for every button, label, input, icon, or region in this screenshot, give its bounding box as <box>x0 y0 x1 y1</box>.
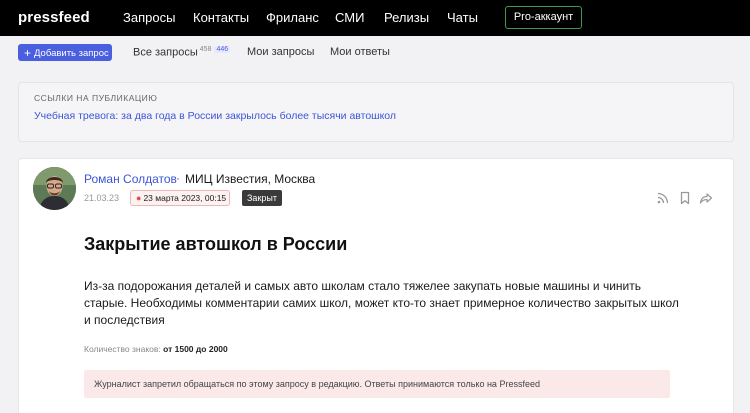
request-card: Роман Солдатов · МИЦ Известия, Москва 21… <box>18 158 734 413</box>
request-body: Из-за подорожания деталей и самых авто ш… <box>84 279 679 327</box>
publication-links-heading: ССЫЛКИ НА ПУБЛИКАЦИЮ <box>34 93 158 103</box>
add-request-label: Добавить запрос <box>34 48 109 59</box>
request-date: 21.03.23 <box>84 193 120 203</box>
publication-link[interactable]: Учебная тревога: за два года в России за… <box>34 110 396 122</box>
nav-releases[interactable]: Релизы <box>384 10 429 25</box>
all-requests-new-count: 446 <box>214 46 231 53</box>
all-requests-count: 458 <box>199 46 212 53</box>
bookmark-icon[interactable] <box>678 191 692 205</box>
character-count-label: Количество знаков: <box>84 344 161 354</box>
nav-chats[interactable]: Чаты <box>447 10 478 25</box>
nav-requests[interactable]: Запросы <box>123 10 175 25</box>
rss-icon[interactable] <box>656 191 670 205</box>
request-title: Закрытие автошкол в России <box>84 234 348 254</box>
restriction-notice: Журналист запретил обращаться по этому з… <box>84 370 670 398</box>
pro-account-button[interactable]: Pro-аккаунт <box>505 6 582 29</box>
character-count: Количество знаков: от 1500 до 2000 <box>84 344 228 354</box>
tab-my-answers[interactable]: Мои ответы <box>330 46 390 58</box>
logo[interactable]: pressfeed <box>18 9 90 26</box>
author-name[interactable]: Роман Солдатов <box>84 172 177 186</box>
tab-all-requests[interactable]: Все запросы 458 446 <box>133 46 231 59</box>
character-count-value: от 1500 до 2000 <box>163 344 228 354</box>
add-request-button[interactable]: + Добавить запрос <box>18 44 112 61</box>
deadline-badge: ● 23 марта 2023, 00:15 <box>130 190 230 206</box>
plus-icon: + <box>24 46 32 60</box>
nav-freelance[interactable]: Фриланс <box>266 10 319 25</box>
media-outlet: МИЦ Известия, Москва <box>185 172 316 186</box>
share-icon[interactable] <box>699 191 713 205</box>
top-navbar: pressfeed Запросы Контакты Фриланс СМИ Р… <box>0 0 750 36</box>
avatar[interactable] <box>33 167 76 210</box>
tab-my-requests[interactable]: Мои запросы <box>247 46 314 58</box>
tab-all-requests-label: Все запросы <box>133 46 198 59</box>
deadline-text: 23 марта 2023, 00:15 <box>143 193 227 203</box>
author-separator: · <box>176 171 180 185</box>
status-badge: Закрыт <box>242 190 282 206</box>
nav-media[interactable]: СМИ <box>335 10 364 25</box>
publication-links-card: ССЫЛКИ НА ПУБЛИКАЦИЮ Учебная тревога: за… <box>18 82 734 142</box>
nav-contacts[interactable]: Контакты <box>193 10 249 25</box>
drop-icon: ● <box>136 193 142 203</box>
